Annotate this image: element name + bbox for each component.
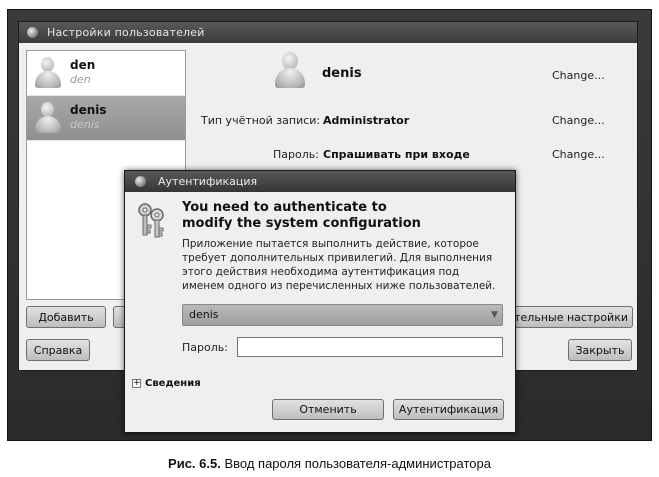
user-login: denis xyxy=(70,118,100,131)
account-type-label: Тип учётной записи: xyxy=(201,114,321,127)
change-name-link[interactable]: Change... xyxy=(552,69,605,82)
user-list-item-den[interactable]: den den xyxy=(27,51,185,96)
change-account-type-link[interactable]: Change... xyxy=(552,114,605,127)
password-input[interactable] xyxy=(237,337,503,357)
window-menu-icon[interactable] xyxy=(27,27,38,38)
password-label: Пароль: xyxy=(182,341,228,354)
details-label: Сведения xyxy=(145,378,201,389)
advanced-settings-button[interactable]: тельные настройки xyxy=(505,306,633,328)
password-row-label: Пароль: xyxy=(273,148,319,161)
figure-number: Рис. 6.5. xyxy=(168,456,221,471)
figure-caption-text: Ввод пароля пользователя-администратора xyxy=(220,456,491,471)
user-name: denis xyxy=(70,103,107,117)
authentication-dialog: Аутентификация You need to authenticate … xyxy=(124,170,516,433)
close-button[interactable]: Закрыть xyxy=(568,339,632,361)
user-select-combobox[interactable]: denis ▼ xyxy=(182,304,503,326)
selected-user-value: denis xyxy=(189,308,219,321)
dialog-heading: You need to authenticate to modify the s… xyxy=(182,200,421,231)
user-avatar-icon xyxy=(34,102,62,134)
selected-user-avatar-icon[interactable] xyxy=(275,52,305,88)
selected-user-name: denis xyxy=(322,66,362,81)
account-type-value: Administrator xyxy=(323,114,410,127)
password-row-value: Спрашивать при входе xyxy=(323,148,470,161)
figure-caption: Рис. 6.5. Ввод пароля пользователя-админ… xyxy=(0,456,659,471)
help-button[interactable]: Справка xyxy=(26,339,90,361)
dialog-menu-icon[interactable] xyxy=(135,176,146,187)
dialog-titlebar[interactable]: Аутентификация xyxy=(125,171,515,192)
chevron-down-icon: ▼ xyxy=(491,310,498,320)
window-titlebar[interactable]: Настройки пользователей xyxy=(19,22,637,43)
plus-icon: + xyxy=(132,378,141,388)
authenticate-button[interactable]: Аутентификация xyxy=(393,399,504,420)
user-list-item-denis[interactable]: denis denis xyxy=(27,96,185,141)
dialog-title: Аутентификация xyxy=(158,175,258,188)
dialog-message: Приложение пытается выполнить действие, … xyxy=(182,238,496,292)
desktop-screenshot: Настройки пользователей den den denis de… xyxy=(7,9,652,441)
details-expander[interactable]: + Сведения xyxy=(132,378,201,389)
change-password-link[interactable]: Change... xyxy=(552,148,605,161)
user-login: den xyxy=(70,73,91,86)
cancel-button[interactable]: Отменить xyxy=(272,399,384,420)
keys-icon xyxy=(138,203,164,238)
user-name: den xyxy=(70,58,96,72)
window-title: Настройки пользователей xyxy=(47,26,205,39)
user-avatar-icon xyxy=(34,57,62,89)
add-user-button[interactable]: Добавить xyxy=(26,306,106,328)
